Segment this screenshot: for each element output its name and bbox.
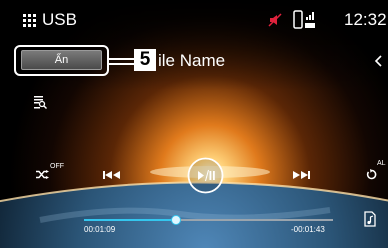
mute-icon [268,13,282,27]
progress-track[interactable] [84,215,333,225]
shuffle-icon[interactable] [36,170,49,179]
source-label: USB [42,10,77,29]
remaining-time: -00:01:43 [291,225,325,234]
phone-battery-icon [293,10,315,29]
repeat-state-label: AL [377,160,386,167]
repeat-icon[interactable] [366,169,377,180]
shuffle-state-label: OFF [50,163,64,170]
collapse-icon[interactable] [374,55,382,67]
callout-leader [109,58,135,65]
previous-icon[interactable] [103,171,120,179]
callout-number: 5 [134,49,156,71]
play-pause-icon[interactable] [187,157,224,194]
status-bar: USB 12:32 [0,0,388,38]
music-file-icon[interactable] [363,211,377,227]
file-name: ile Name [158,51,226,70]
usb-player-screen: USB 12:32 Ẩn 5 ile Name OFF AL 00:01:09 … [0,0,388,248]
next-icon[interactable] [293,171,310,179]
elapsed-time: 00:01:09 [84,225,116,234]
clock: 12:32 [344,10,387,29]
list-icon[interactable] [34,96,47,109]
apps-grid-icon[interactable] [23,14,36,27]
hide-button[interactable]: Ẩn [21,50,102,70]
progress-fill [84,219,177,221]
